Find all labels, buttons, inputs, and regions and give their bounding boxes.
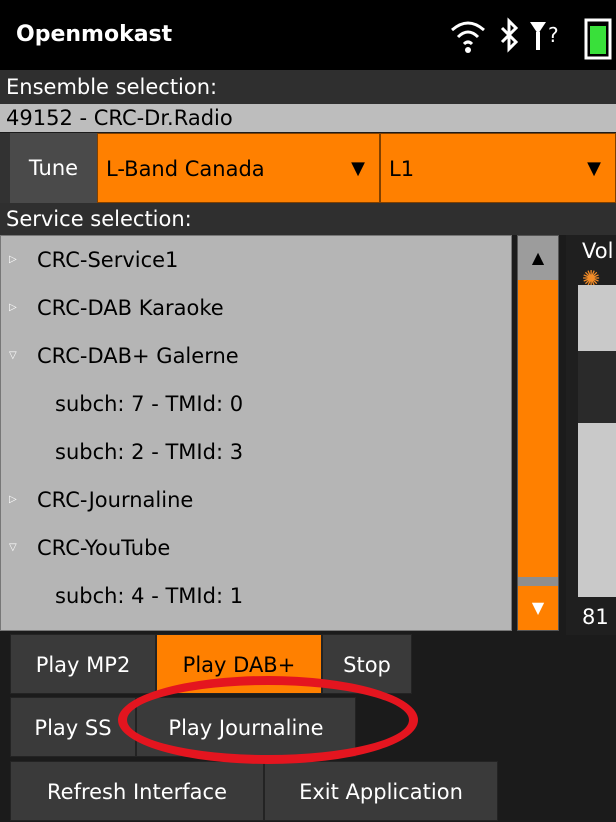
scroll-up-arrow-icon[interactable]: ▲ xyxy=(518,236,558,280)
tree-child-item[interactable]: subch: 7 - TMId: 0 xyxy=(1,380,511,428)
volume-slider-handle[interactable] xyxy=(578,351,616,423)
app-title: Openmokast xyxy=(16,22,173,47)
chevron-down-icon: ▼ xyxy=(587,158,601,179)
scrollbar-thumb[interactable] xyxy=(518,280,558,577)
service-selection-label: Service selection: xyxy=(0,203,616,235)
svg-text:?: ? xyxy=(548,23,559,47)
volume-label: Vol xyxy=(582,239,614,263)
bluetooth-icon xyxy=(500,17,519,53)
tree-item-label: CRC-Service1 xyxy=(37,248,179,272)
status-icons: ? xyxy=(446,12,616,62)
service-tree[interactable]: ▷ CRC-Service1 ▷ CRC-DAB Karaoke ▽ CRC-D… xyxy=(0,235,512,631)
tree-item[interactable]: ▽ CRC-DAB+ Galerne xyxy=(1,332,511,380)
tree-item[interactable]: ▷ CRC-Journaline xyxy=(1,476,511,524)
tune-row: Tune L-Band Canada ▼ L1 ▼ xyxy=(0,133,616,203)
ensemble-selection-label: Ensemble selection: xyxy=(0,70,616,104)
signal-icon xyxy=(530,22,546,50)
scroll-down-arrow-icon[interactable]: ▼ xyxy=(518,586,558,630)
tree-item-label: subch: 7 - TMId: 0 xyxy=(55,392,244,416)
volume-panel: Vol ✺ 81 xyxy=(566,235,616,635)
expand-triangle-icon: ▷ xyxy=(9,302,17,313)
volume-slider[interactable] xyxy=(578,285,616,597)
wifi-icon xyxy=(451,21,485,46)
collapse-triangle-icon: ▽ xyxy=(9,350,17,361)
collapse-triangle-icon: ▽ xyxy=(9,542,17,553)
channel-dropdown-value: L1 xyxy=(389,157,415,181)
band-dropdown-value: L-Band Canada xyxy=(106,157,265,181)
tree-item[interactable]: ▽ CRC-YouTube xyxy=(1,524,511,572)
service-scrollbar[interactable]: ▲ ▼ xyxy=(517,235,559,631)
expand-triangle-icon: ▷ xyxy=(9,254,17,265)
refresh-interface-button[interactable]: Refresh Interface xyxy=(10,761,264,821)
battery-icon xyxy=(584,18,612,60)
tree-item[interactable]: ▷ CRC-Service1 xyxy=(1,236,511,284)
play-ss-button[interactable]: Play SS xyxy=(10,697,136,757)
exit-application-button[interactable]: Exit Application xyxy=(264,761,498,821)
tree-item-label: subch: 2 - TMId: 3 xyxy=(55,440,244,464)
channel-dropdown[interactable]: L1 ▼ xyxy=(380,133,616,203)
tune-button[interactable]: Tune xyxy=(10,133,97,203)
status-bar: Openmokast ? xyxy=(0,0,616,70)
tree-item-label: CRC-Journaline xyxy=(37,488,194,512)
tree-child-item[interactable]: subch: 4 - TMId: 1 xyxy=(1,572,511,620)
ensemble-value[interactable]: 49152 - CRC-Dr.Radio xyxy=(0,104,616,132)
play-dab-plus-button[interactable]: Play DAB+ xyxy=(156,634,322,694)
tree-item-label: CRC-YouTube xyxy=(37,536,171,560)
chevron-down-icon: ▼ xyxy=(351,158,365,179)
tree-item-label: CRC-DAB+ Galerne xyxy=(37,344,239,368)
volume-value: 81 xyxy=(582,605,609,629)
tree-child-item[interactable]: subch: 2 - TMId: 3 xyxy=(1,428,511,476)
play-journaline-button[interactable]: Play Journaline xyxy=(136,697,356,757)
play-mp2-button[interactable]: Play MP2 xyxy=(10,634,156,694)
band-dropdown[interactable]: L-Band Canada ▼ xyxy=(97,133,380,203)
tree-item-label: CRC-DAB Karaoke xyxy=(37,296,224,320)
tree-item[interactable]: ▷ CRC-DAB Karaoke xyxy=(1,284,511,332)
expand-triangle-icon: ▷ xyxy=(9,494,17,505)
stop-button[interactable]: Stop xyxy=(322,634,412,694)
tree-item-label: subch: 4 - TMId: 1 xyxy=(55,584,244,608)
